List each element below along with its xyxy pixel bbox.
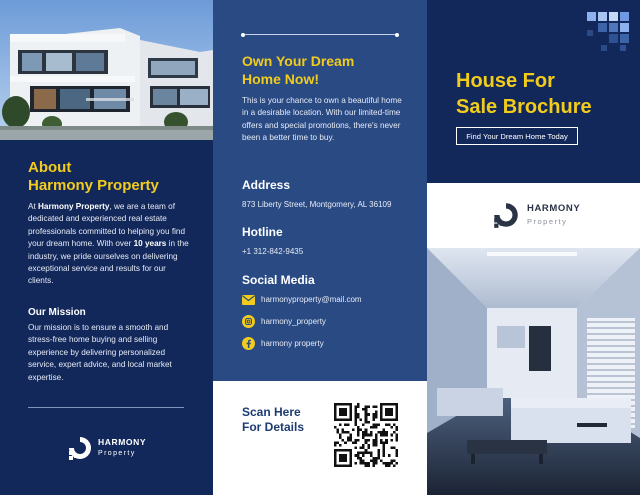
- about-text-start: At: [28, 202, 39, 211]
- about-years: 10 years: [133, 239, 167, 249]
- social-facebook-row[interactable]: harmony property: [242, 337, 324, 350]
- brochure-title: House For Sale Brochure: [456, 68, 626, 120]
- decorative-squares: [587, 12, 629, 51]
- promo-heading: Own Your Dream Home Now!: [242, 52, 402, 88]
- find-dream-home-button[interactable]: Find Your Dream Home Today: [456, 127, 578, 145]
- decorative-dot: [395, 32, 399, 37]
- scan-heading-line2: For Details: [242, 420, 305, 434]
- social-facebook-label: harmony property: [261, 339, 324, 348]
- logo-band: HARMONY Property: [427, 183, 640, 248]
- scan-heading-line1: Scan Here: [242, 405, 301, 419]
- address-value: 873 Liberty Street, Montgomery, AL 36109: [242, 200, 392, 209]
- logo-name: HARMONY: [98, 437, 147, 447]
- social-email-label: harmonyproperty@mail.com: [261, 295, 362, 304]
- about-panel: About Harmony Property At Harmony Proper…: [0, 0, 213, 495]
- decorative-dot: [241, 32, 245, 37]
- address-heading: Address: [242, 178, 291, 192]
- harmony-logo-large: HARMONY Property: [491, 200, 580, 230]
- about-heading-line1: About: [28, 159, 72, 176]
- modern-house-photo: [0, 0, 213, 140]
- logo-name: HARMONY: [527, 203, 581, 214]
- promo-heading-line1: Own Your Dream: [242, 53, 355, 69]
- hotline-heading: Hotline: [242, 225, 283, 239]
- harmony-logo-icon: [494, 203, 518, 228]
- scan-heading: Scan Here For Details: [242, 405, 322, 435]
- about-paragraph: At Harmony Property, we are a team of de…: [28, 201, 193, 288]
- about-heading-line2: Harmony Property: [28, 177, 159, 194]
- social-instagram-row[interactable]: harmony_property: [242, 315, 326, 328]
- about-company-name: Harmony Property: [38, 202, 110, 211]
- mission-heading: Our Mission: [28, 307, 86, 318]
- social-instagram-label: harmony_property: [261, 317, 326, 326]
- divider: [28, 407, 184, 408]
- brochure-title-line2: Sale Brochure: [456, 96, 592, 118]
- email-icon: [242, 293, 255, 306]
- promo-paragraph: This is your chance to own a beautiful h…: [242, 96, 402, 143]
- logo-subtitle: Property: [98, 450, 136, 457]
- facebook-icon: [242, 337, 255, 350]
- harmony-logo-icon: [69, 437, 91, 460]
- harmony-logo: HARMONY Property: [66, 433, 146, 463]
- hotline-value: +1 312-842-9435: [242, 247, 304, 256]
- promo-heading-line2: Home Now!: [242, 71, 319, 87]
- social-heading: Social Media: [242, 273, 315, 287]
- scan-section: Scan Here For Details: [213, 381, 427, 495]
- instagram-icon: [242, 315, 255, 328]
- about-heading: About Harmony Property: [28, 159, 198, 195]
- qr-code-icon[interactable]: [334, 403, 398, 467]
- logo-subtitle: Property: [527, 217, 568, 226]
- decorative-line: [243, 34, 397, 35]
- mission-paragraph: Our mission is to ensure a smooth and st…: [28, 323, 172, 382]
- brochure-title-line1: House For: [456, 70, 555, 92]
- living-room-photo: [427, 248, 640, 495]
- social-email-row[interactable]: harmonyproperty@mail.com: [242, 293, 362, 306]
